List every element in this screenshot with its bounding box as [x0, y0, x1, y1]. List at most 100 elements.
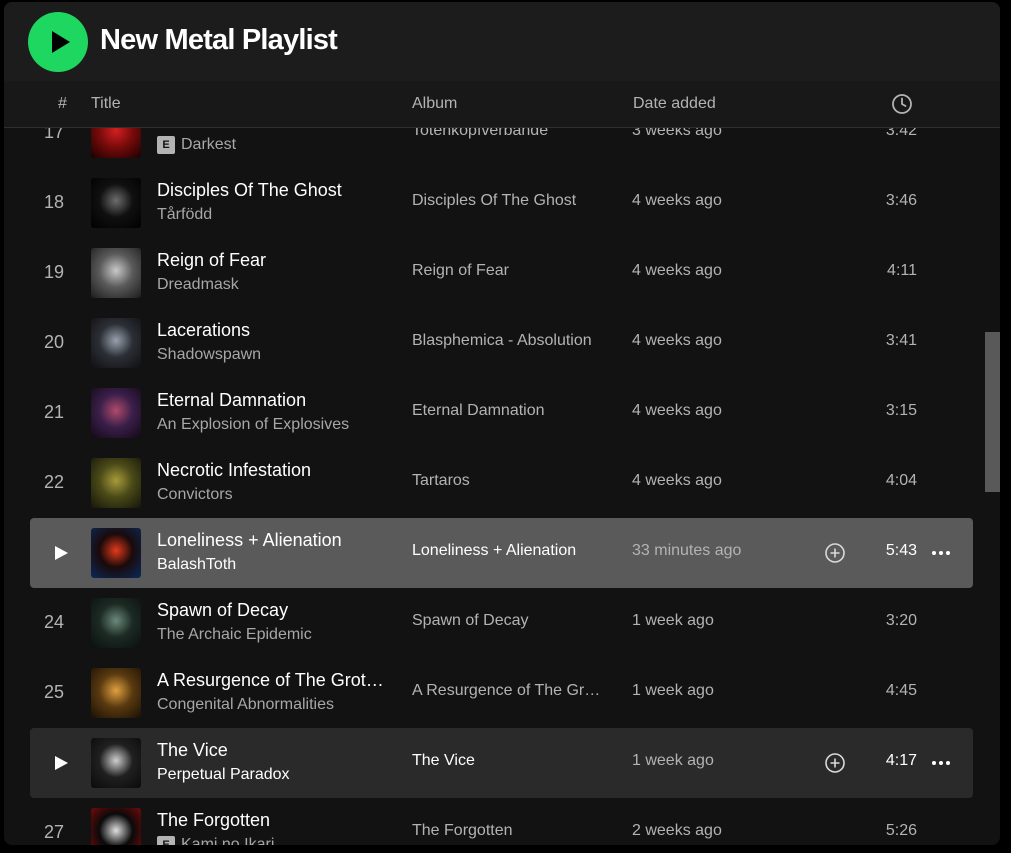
- track-duration: 4:45: [885, 682, 917, 699]
- track-duration: 3:15: [885, 402, 917, 419]
- date-added: 4 weeks ago: [632, 472, 722, 489]
- artist-name[interactable]: Perpetual Paradox: [157, 766, 290, 783]
- add-to-library-icon[interactable]: [824, 542, 846, 564]
- scrollbar-thumb[interactable]: [985, 332, 1000, 492]
- track-title[interactable]: The Forgotten: [157, 810, 270, 831]
- album-cover: [91, 738, 141, 788]
- artist-name[interactable]: Congenital Abnormalities: [157, 696, 334, 713]
- column-title[interactable]: Title: [91, 95, 121, 113]
- artist-name[interactable]: Shadowspawn: [157, 346, 261, 363]
- artist-name[interactable]: Darkest: [181, 136, 236, 153]
- track-album[interactable]: A Resurgence of The Grotesque: [412, 682, 609, 700]
- more-options-icon[interactable]: [930, 752, 952, 774]
- track-number: 18: [43, 192, 65, 212]
- date-added: 1 week ago: [632, 752, 714, 769]
- track-album[interactable]: Blasphemica - Absolution: [412, 332, 592, 350]
- track-album[interactable]: Disciples Of The Ghost: [412, 192, 576, 210]
- artist-name[interactable]: Dreadmask: [157, 276, 239, 293]
- track-row[interactable]: Loneliness + Alienation BalashToth Lonelin…: [30, 518, 973, 588]
- artist-name[interactable]: Convictors: [157, 486, 233, 503]
- track-title[interactable]: Loneliness + Alienation: [157, 530, 342, 551]
- album-cover: [91, 388, 141, 438]
- track-artist[interactable]: An Explosion of Explosives: [157, 416, 349, 434]
- column-date-added[interactable]: Date added: [633, 95, 716, 113]
- track-title[interactable]: Lacerations: [157, 320, 250, 341]
- column-album[interactable]: Album: [412, 95, 457, 113]
- date-added: 33 minutes ago: [632, 542, 742, 559]
- explicit-badge: E: [157, 136, 175, 154]
- track-title[interactable]: Spawn of Decay: [157, 600, 288, 621]
- track-number: 21: [43, 402, 65, 422]
- track-row[interactable]: 21 Eternal Damnation An Explosion of Explo…: [30, 378, 973, 448]
- track-artist[interactable]: Shadowspawn: [157, 346, 261, 364]
- artist-name[interactable]: An Explosion of Explosives: [157, 416, 349, 433]
- column-number[interactable]: #: [58, 95, 67, 113]
- track-title[interactable]: Eternal Damnation: [157, 390, 306, 411]
- track-duration: 3:41: [885, 332, 917, 349]
- track-title[interactable]: Necrotic Infestation: [157, 460, 311, 481]
- track-title[interactable]: Disciples Of The Ghost: [157, 180, 342, 201]
- track-title[interactable]: A Resurgence of The Grotesque: [157, 670, 385, 691]
- track-row[interactable]: 24 Spawn of Decay The Archaic Epidemic Spaw…: [30, 588, 973, 658]
- explicit-badge: E: [157, 836, 175, 845]
- track-duration: 3:46: [885, 192, 917, 209]
- artist-name[interactable]: The Archaic Epidemic: [157, 626, 312, 643]
- track-list: 17 E Darkest Totenkopfverbände 3 weeks ago 3:…: [4, 2, 1000, 845]
- artist-name[interactable]: Kami no Ikari: [181, 836, 274, 845]
- artist-name[interactable]: Tårfödd: [157, 206, 212, 223]
- date-added: 2 weeks ago: [632, 822, 722, 839]
- track-number: 25: [43, 682, 65, 702]
- track-artist[interactable]: BalashToth: [157, 556, 236, 574]
- playlist-window: 17 E Darkest Totenkopfverbände 3 weeks ago 3:…: [4, 2, 1000, 845]
- column-header: # Title Album Date added: [4, 81, 1000, 128]
- clock-icon[interactable]: [891, 93, 913, 115]
- page-title: New Metal Playlist: [100, 24, 338, 56]
- track-album[interactable]: Reign of Fear: [412, 262, 509, 280]
- track-album[interactable]: The Forgotten: [412, 822, 513, 840]
- play-icon: [52, 31, 70, 53]
- track-row[interactable]: 18 Disciples Of The Ghost Tårfödd Disciples…: [30, 168, 973, 238]
- track-artist[interactable]: E Kami no Ikari: [157, 836, 274, 845]
- track-artist[interactable]: Congenital Abnormalities: [157, 696, 334, 714]
- play-track-icon[interactable]: [55, 546, 68, 560]
- track-number: 20: [43, 332, 65, 352]
- play-playlist-button[interactable]: [28, 12, 88, 72]
- track-duration: 4:11: [887, 262, 917, 279]
- track-artist[interactable]: E Darkest: [157, 136, 236, 154]
- track-number: 27: [43, 822, 65, 842]
- track-album[interactable]: The Vice: [412, 752, 475, 770]
- album-cover: [91, 318, 141, 368]
- track-title[interactable]: The Vice: [157, 740, 228, 761]
- album-cover: [91, 668, 141, 718]
- track-duration: 4:17: [885, 752, 917, 769]
- track-artist[interactable]: Tårfödd: [157, 206, 212, 224]
- playlist-header: New Metal Playlist: [4, 2, 1000, 81]
- track-row[interactable]: 22 Necrotic Infestation Convictors Tartaros…: [30, 448, 973, 518]
- artist-name[interactable]: BalashToth: [157, 556, 236, 573]
- track-artist[interactable]: Perpetual Paradox: [157, 766, 290, 784]
- track-artist[interactable]: The Archaic Epidemic: [157, 626, 312, 644]
- track-album[interactable]: Loneliness + Alienation: [412, 542, 576, 560]
- album-cover: [91, 528, 141, 578]
- track-duration: 5:43: [885, 542, 917, 559]
- date-added: 1 week ago: [632, 682, 714, 699]
- track-album[interactable]: Spawn of Decay: [412, 612, 529, 630]
- track-artist[interactable]: Convictors: [157, 486, 233, 504]
- track-number: 22: [43, 472, 65, 492]
- track-row[interactable]: 25 A Resurgence of The Grotesque Congenita…: [30, 658, 973, 728]
- track-title[interactable]: Reign of Fear: [157, 250, 266, 271]
- album-cover: [91, 248, 141, 298]
- play-track-icon[interactable]: [55, 756, 68, 770]
- track-row[interactable]: The Vice Perpetual Paradox The Vice 1 week …: [30, 728, 973, 798]
- track-duration: 4:04: [885, 472, 917, 489]
- more-options-icon[interactable]: [930, 542, 952, 564]
- track-row[interactable]: 27 The Forgotten E Kami no Ikari The Forgott…: [30, 798, 973, 845]
- track-album[interactable]: Eternal Damnation: [412, 402, 545, 420]
- date-added: 4 weeks ago: [632, 332, 722, 349]
- track-row[interactable]: 19 Reign of Fear Dreadmask Reign of Fear 4 w…: [30, 238, 973, 308]
- track-album[interactable]: Tartaros: [412, 472, 470, 490]
- track-row[interactable]: 20 Lacerations Shadowspawn Blasphemica - Ab…: [30, 308, 973, 378]
- track-artist[interactable]: Dreadmask: [157, 276, 239, 294]
- add-to-library-icon[interactable]: [824, 752, 846, 774]
- date-added: 4 weeks ago: [632, 192, 722, 209]
